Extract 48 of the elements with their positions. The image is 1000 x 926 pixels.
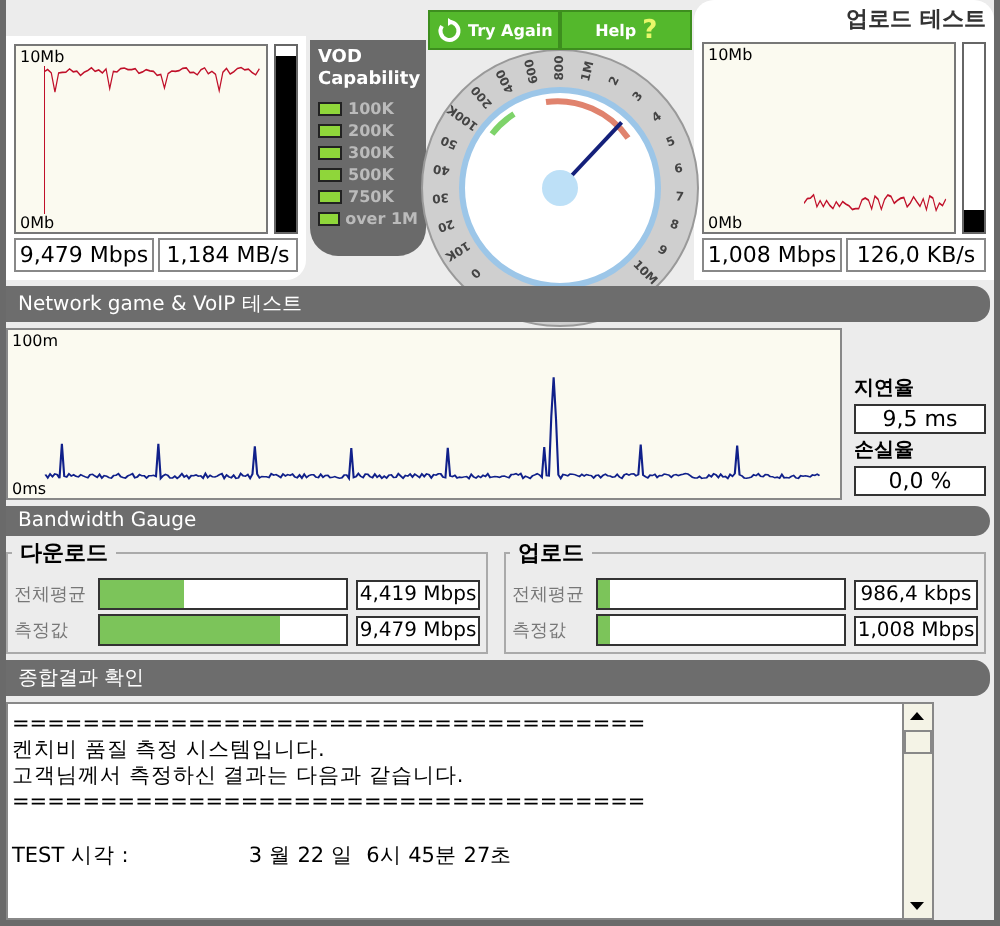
section-header: 종합결과 확인 [6, 660, 990, 696]
result-line: 켄치비 품질 측정 시스템입니다. [12, 738, 327, 764]
bandwidth-value: 4,419 Mbps [356, 579, 480, 609]
bandwidth-value: 1,008 Mbps [854, 615, 978, 645]
result-line: ==================================== [12, 790, 648, 816]
vod-label: 750K [348, 188, 394, 206]
bandwidth-value: 9,479 Mbps [356, 615, 480, 645]
vod-label: 200K [348, 122, 394, 140]
group-title: 업로드 [510, 538, 592, 568]
axis-label: 0Mb [20, 214, 55, 232]
help-icon: ? [642, 17, 658, 43]
panel-title: 업로드 테스트 [844, 4, 986, 34]
scrollbar[interactable] [904, 702, 934, 920]
axis-label: 10Mb [20, 48, 65, 66]
axis-label: 10Mb [708, 46, 753, 64]
refresh-icon [436, 17, 462, 43]
axis-label: 100m [12, 332, 59, 350]
section-header: Bandwidth Gauge [6, 506, 990, 536]
result-line: 고객님께서 측정하신 결과는 다음과 같습니다. [12, 764, 466, 790]
throughput-value: 1,184 MB/s [158, 238, 298, 272]
try-again-button[interactable]: Try Again [428, 10, 561, 50]
throughput-value: 126,0 KB/s [846, 238, 986, 272]
vod-label: over 1M [345, 210, 418, 228]
row-label: 전체평균 [14, 583, 88, 607]
result-textarea[interactable]: ==================================== 켄치비 품질 측정 시스템입니다. 고객님께서 측정하신 결과는 다음과 같습니다. ==================================== TEST 시각 : 3 월 22 일 6시 45분 27초 [6, 702, 904, 920]
vod-label: 100K [348, 100, 394, 118]
latency-label: 지연율 [854, 376, 916, 402]
rate-value: 1,008 Mbps [702, 238, 842, 272]
vod-label: 500K [348, 166, 394, 184]
row-label: 전체평균 [512, 583, 586, 607]
bandwidth-value: 986,4 kbps [854, 579, 978, 609]
result-line: ==================================== [12, 712, 648, 738]
axis-label: 0ms [12, 480, 47, 498]
help-button[interactable]: Help ? [560, 10, 692, 50]
scroll-thumb[interactable] [904, 730, 932, 754]
axis-label: 0Mb [708, 214, 743, 232]
rate-value: 9,479 Mbps [14, 238, 154, 272]
group-title: 다운로드 [12, 538, 116, 568]
result-line: 3 월 22 일 6시 45분 27초 [248, 844, 513, 870]
loss-value: 0,0 % [854, 466, 986, 496]
result-line: TEST 시각 : [12, 844, 129, 870]
loss-label: 손실율 [854, 438, 916, 464]
row-label: 측정값 [14, 619, 70, 643]
vod-title: VOD Capability [318, 48, 418, 92]
section-header: Network game & VoIP 테스트 [6, 286, 990, 322]
row-label: 측정값 [512, 619, 568, 643]
latency-value: 9,5 ms [854, 404, 986, 434]
vod-label: 300K [348, 144, 394, 162]
